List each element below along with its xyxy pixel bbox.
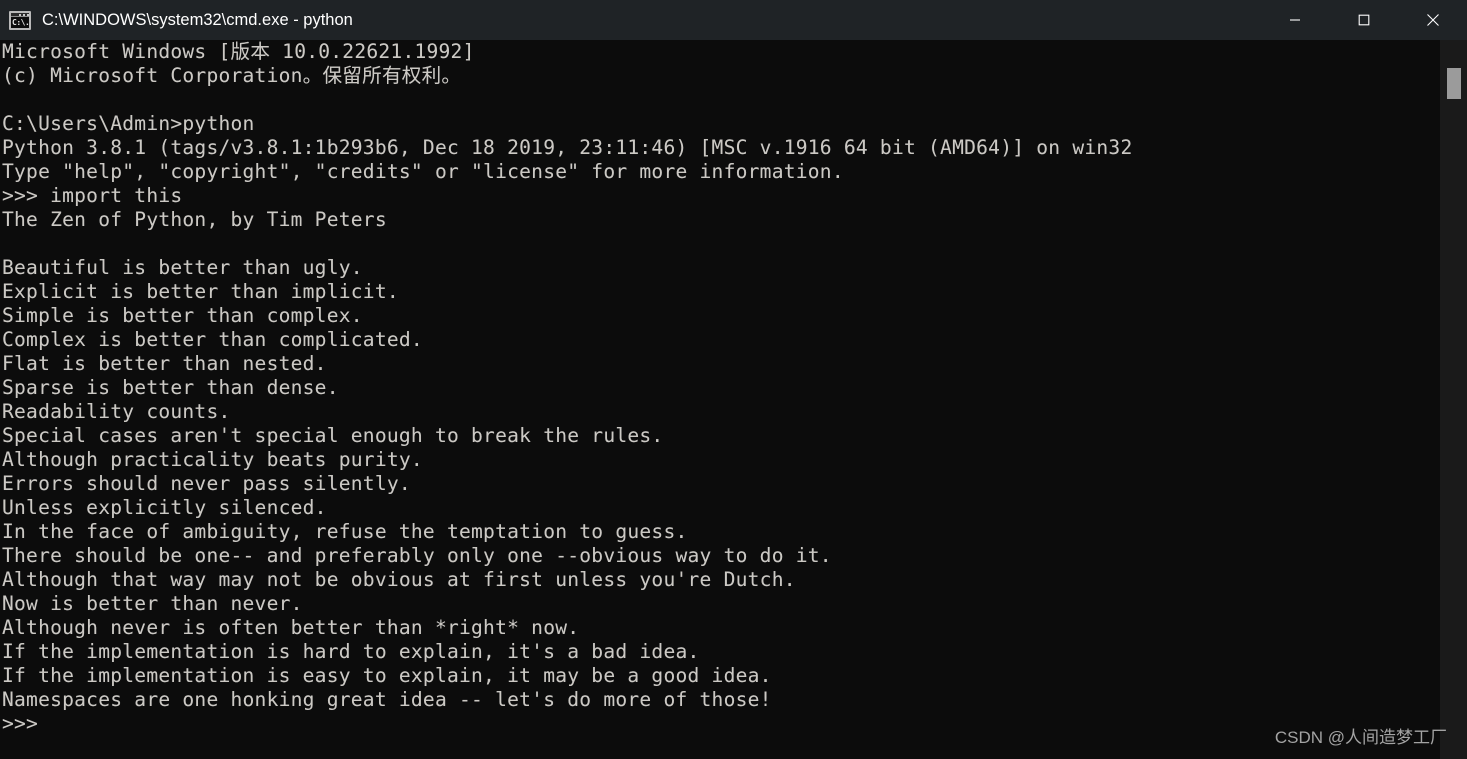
window-title: C:\WINDOWS\system32\cmd.exe - python xyxy=(42,11,353,29)
close-icon xyxy=(1426,14,1439,26)
console-scrollbar[interactable] xyxy=(1440,40,1467,759)
cmd-console-icon: C:\. xyxy=(9,10,31,30)
title-bar-left: C:\. C:\WINDOWS\system32\cmd.exe - pytho… xyxy=(0,0,1260,40)
console-text: Microsoft Windows [版本 10.0.22621.1992] (… xyxy=(2,40,1133,735)
minimize-button[interactable] xyxy=(1260,0,1329,40)
title-bar[interactable]: C:\. C:\WINDOWS\system32\cmd.exe - pytho… xyxy=(0,0,1467,40)
minimize-icon xyxy=(1289,19,1300,21)
cmd-console-window: C:\. C:\WINDOWS\system32\cmd.exe - pytho… xyxy=(0,0,1467,759)
window-controls xyxy=(1260,0,1467,40)
close-button[interactable] xyxy=(1398,0,1467,40)
maximize-button[interactable] xyxy=(1329,0,1398,40)
cmd-icon-prompt-text: C:\. xyxy=(12,17,30,27)
console-output-area[interactable]: Microsoft Windows [版本 10.0.22621.1992] (… xyxy=(0,40,1467,759)
maximize-icon xyxy=(1358,14,1369,26)
scrollbar-thumb[interactable] xyxy=(1447,68,1461,99)
